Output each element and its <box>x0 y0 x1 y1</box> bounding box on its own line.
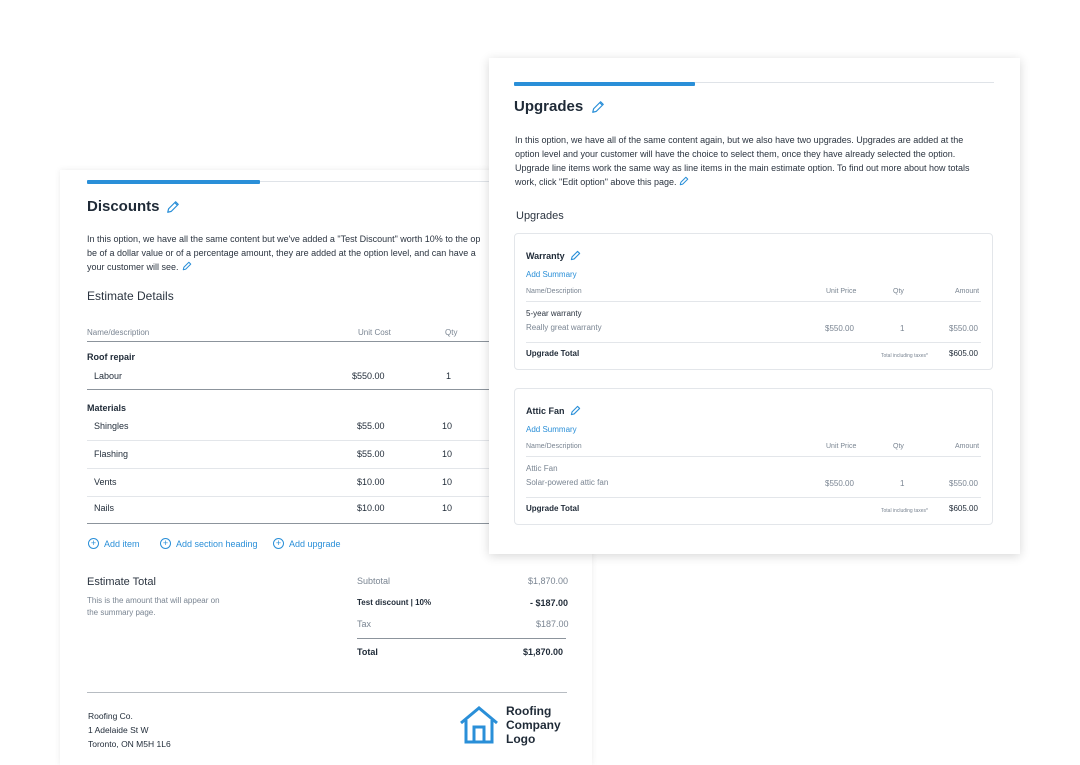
pencil-icon[interactable] <box>570 405 581 416</box>
upgrade-line-name[interactable]: Attic Fan <box>526 464 558 473</box>
upgrade-line-amount: $550.00 <box>949 479 978 488</box>
row-divider <box>526 301 981 302</box>
line-item-qty[interactable]: 10 <box>442 449 452 459</box>
row-divider <box>87 496 517 497</box>
line-item-name[interactable]: Nails <box>94 503 114 513</box>
line-item-name[interactable]: Shingles <box>94 421 129 431</box>
company-logo: Roofing Company Logo <box>458 704 561 746</box>
pencil-icon[interactable] <box>182 261 192 271</box>
column-header-qty: Qty <box>893 288 904 295</box>
upgrade-title: Warranty <box>526 250 581 261</box>
house-icon <box>460 706 498 744</box>
plus-circle-icon: + <box>88 538 99 549</box>
estimate-total-heading: Estimate Total <box>87 576 156 588</box>
upgrade-total-label: Upgrade Total <box>526 349 580 358</box>
estimate-total-note: This is the amount that will appear on t… <box>87 596 220 617</box>
pencil-icon[interactable] <box>679 176 689 186</box>
upgrades-description: In this option, we have all of the same … <box>515 135 970 187</box>
discount-label[interactable]: Test discount | 10% <box>357 598 431 607</box>
upgrade-line-name[interactable]: 5-year warranty <box>526 309 582 318</box>
upgrade-line-unit-price: $550.00 <box>825 324 854 333</box>
option-progress-fill <box>87 180 260 184</box>
add-section-heading-button[interactable]: + Add section heading <box>160 538 258 549</box>
upgrades-option-card: Upgrades In this option, we have all of … <box>489 58 1020 554</box>
row-divider <box>526 497 981 498</box>
subtotal-value: $1,870.00 <box>528 576 569 586</box>
column-header-unit-price: Unit Price <box>826 443 857 450</box>
line-item-unit-cost[interactable]: $550.00 <box>352 371 385 381</box>
column-header-amount: Amount <box>955 288 980 295</box>
line-item-unit-cost[interactable]: $10.00 <box>357 477 385 487</box>
upgrade-line-amount: $550.00 <box>949 324 978 333</box>
pencil-icon[interactable] <box>591 100 605 114</box>
total-including-taxes-label: Total including taxes* <box>881 508 928 514</box>
line-item-unit-cost[interactable]: $55.00 <box>357 449 385 459</box>
estimate-details-heading: Estimate Details <box>87 289 174 303</box>
column-header-qty: Qty <box>893 443 904 450</box>
add-summary-link[interactable]: Add Summary <box>526 270 577 279</box>
column-header-amount: Amount <box>955 443 980 450</box>
upgrade-title: Attic Fan <box>526 405 581 416</box>
total-value: $1,870.00 <box>523 647 564 657</box>
plus-circle-icon: + <box>160 538 171 549</box>
column-header-name: Name/Description <box>526 443 582 450</box>
upgrade-total-value: $605.00 <box>949 349 978 358</box>
line-item-name[interactable]: Labour <box>94 371 122 381</box>
upgrade-line-unit-price: $550.00 <box>825 479 854 488</box>
upgrade-line-description: Solar-powered attic fan <box>526 478 609 487</box>
column-header-unit-cost: Unit Cost <box>358 328 391 337</box>
row-divider <box>87 440 517 441</box>
pencil-icon[interactable] <box>166 200 180 214</box>
row-divider <box>526 342 981 343</box>
upgrade-card-warranty: Warranty Add Summary Name/Description Un… <box>514 233 993 370</box>
section-heading-materials: Materials <box>87 403 127 413</box>
company-address: Roofing Co. 1 Adelaide St W Toronto, ON … <box>88 711 171 749</box>
discount-value: - $187.00 <box>530 598 569 608</box>
upgrade-line-qty: 1 <box>900 324 905 333</box>
line-item-qty[interactable]: 10 <box>442 421 452 431</box>
option-progress-fill <box>514 82 695 86</box>
tax-value: $187.00 <box>536 619 569 629</box>
add-upgrade-button[interactable]: + Add upgrade <box>273 538 341 549</box>
add-summary-link[interactable]: Add Summary <box>526 425 577 434</box>
column-header-name: Name/Description <box>526 288 582 295</box>
upgrades-section-heading: Upgrades <box>516 210 564 222</box>
line-item-qty[interactable]: 1 <box>446 371 451 381</box>
upgrades-title: Upgrades <box>514 98 584 115</box>
upgrade-total-label: Upgrade Total <box>526 504 580 513</box>
tax-label: Tax <box>357 619 372 629</box>
row-divider <box>526 456 981 457</box>
upgrade-line-qty: 1 <box>900 479 905 488</box>
column-header-unit-price: Unit Price <box>826 288 857 295</box>
line-item-unit-cost[interactable]: $10.00 <box>357 503 385 513</box>
line-item-name[interactable]: Flashing <box>94 449 128 459</box>
column-header-qty: Qty <box>445 328 458 337</box>
line-item-qty[interactable]: 10 <box>442 503 452 513</box>
upgrade-line-description: Really great warranty <box>526 323 602 332</box>
line-item-qty[interactable]: 10 <box>442 477 452 487</box>
line-item-unit-cost[interactable]: $55.00 <box>357 421 385 431</box>
discounts-title: Discounts <box>87 198 160 215</box>
header-divider <box>87 341 517 342</box>
line-item-name[interactable]: Vents <box>94 477 117 487</box>
column-header-name: Name/description <box>87 328 150 337</box>
total-divider <box>357 638 566 639</box>
total-label: Total <box>357 647 378 657</box>
pencil-icon[interactable] <box>570 250 581 261</box>
upgrade-card-attic-fan: Attic Fan Add Summary Name/Description U… <box>514 388 993 525</box>
table-bottom-divider <box>87 523 517 524</box>
plus-circle-icon: + <box>273 538 284 549</box>
total-including-taxes-label: Total including taxes* <box>881 353 928 359</box>
add-item-button[interactable]: + Add item <box>88 538 140 549</box>
section-heading-roof-repair: Roof repair <box>87 352 136 362</box>
footer-divider <box>87 692 567 693</box>
section-divider <box>87 389 517 390</box>
row-divider <box>87 468 517 469</box>
upgrade-total-value: $605.00 <box>949 504 978 513</box>
subtotal-label: Subtotal <box>357 576 391 586</box>
